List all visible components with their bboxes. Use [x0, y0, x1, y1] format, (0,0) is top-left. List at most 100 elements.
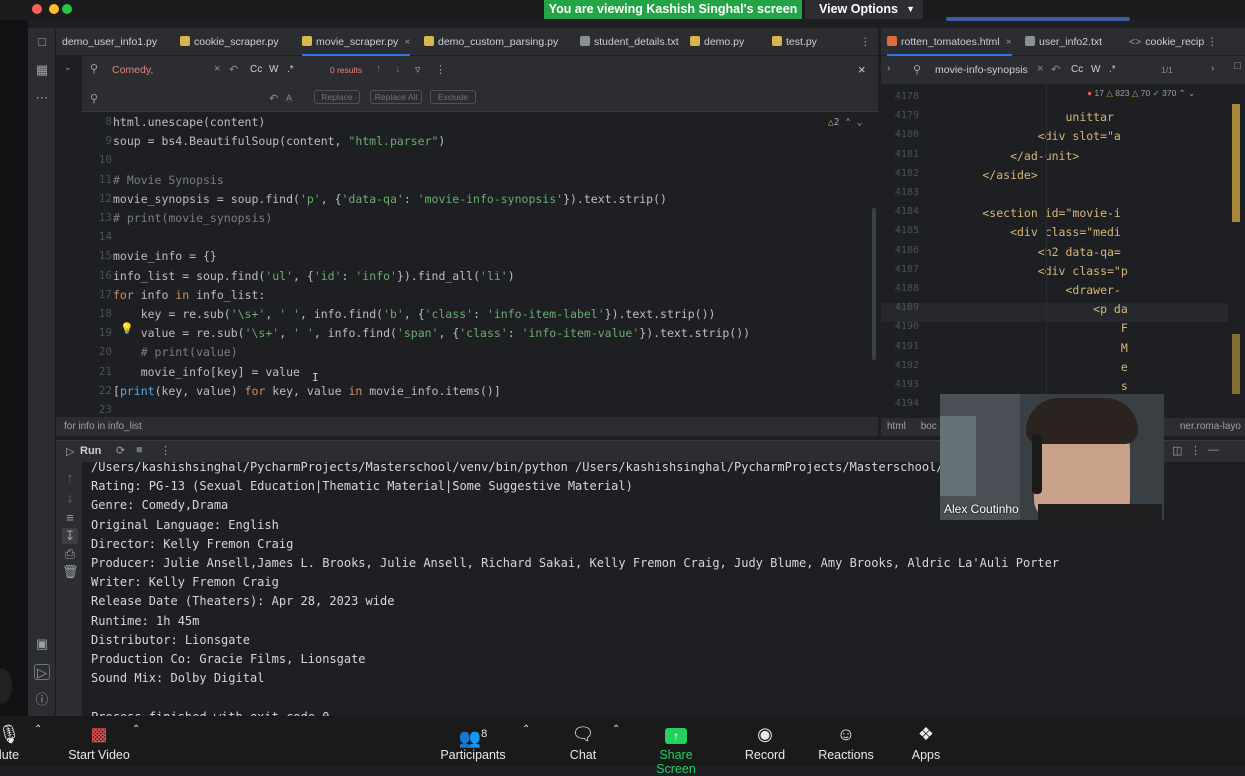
tabs-more-icon[interactable]: ⋮ — [860, 28, 871, 56]
whole-word-toggle[interactable]: W — [1091, 64, 1100, 75]
code-line[interactable]: <drawer- — [927, 283, 1120, 297]
code-line[interactable]: movie_synopsis = soup.find('p', {'data-q… — [113, 192, 667, 206]
down-arrow-icon[interactable]: ↓ — [62, 490, 78, 506]
tab-movie-scraper[interactable]: movie_scraper.py × — [302, 28, 411, 56]
video-options-caret[interactable]: ⌃ — [132, 724, 140, 735]
lightbulb-icon[interactable]: 💡 — [120, 322, 134, 335]
new-line-icon[interactable]: ↶ — [1051, 63, 1060, 76]
code-line[interactable]: M — [927, 341, 1128, 355]
print-icon[interactable]: ⎙ — [62, 546, 78, 562]
code-line[interactable]: [print(key, value) for key, value in mov… — [113, 384, 501, 398]
code-line[interactable]: html.unescape(content) — [113, 115, 265, 129]
new-line-icon[interactable]: ↶ — [229, 63, 238, 76]
code-line[interactable]: s — [927, 379, 1128, 393]
close-search-icon[interactable]: × — [858, 62, 866, 77]
layout-icon[interactable]: ◫ — [1172, 444, 1182, 457]
inspection-widget[interactable]: △2 ⌃ ⌄ — [828, 117, 862, 128]
code-line[interactable]: info_list = soup.find('ul', {'id': 'info… — [113, 269, 515, 283]
code-line[interactable]: <p da — [927, 302, 1128, 316]
code-line[interactable]: movie_info[key] = value — [113, 365, 300, 379]
code-line[interactable]: e — [927, 360, 1128, 374]
code-line[interactable]: key = re.sub('\s+', ' ', info.find('b', … — [113, 307, 716, 321]
problems-icon[interactable]: ⓘ — [34, 692, 50, 708]
reactions-button[interactable]: ☺ Reactions — [816, 716, 876, 766]
code-line[interactable]: soup = bs4.BeautifulSoup(content, "html.… — [113, 134, 445, 148]
right-tabs-more-icon[interactable]: ⋮ — [1207, 28, 1218, 56]
expand-replace-icon[interactable]: ⌄ — [64, 62, 72, 73]
code-line[interactable]: <div class="medi — [927, 225, 1121, 239]
tab-student-details[interactable]: student_details.txt — [580, 28, 679, 56]
code-line[interactable]: <section id="movie-i — [927, 206, 1121, 220]
minimize-window-button[interactable] — [49, 4, 59, 14]
close-tab-icon[interactable]: × — [404, 36, 410, 48]
code-line[interactable]: F — [927, 321, 1128, 335]
code-editor[interactable]: △2 ⌃ ⌄ 8 html.unescape(content) 9 soup = bs… — [56, 112, 878, 416]
preserve-case-toggle[interactable]: Ạ — [286, 93, 292, 103]
scroll-to-end-icon[interactable]: ↧ — [62, 528, 78, 544]
view-options-button[interactable]: View Options ▼ — [805, 0, 923, 19]
maximize-window-button[interactable] — [62, 4, 72, 14]
options-icon[interactable]: ⋮ — [1190, 444, 1201, 457]
next-occurrence-icon[interactable]: ↓ — [395, 63, 401, 75]
participants-options-caret[interactable]: ⌃ — [522, 724, 530, 735]
inspection-summary[interactable]: ● 17 △ 823 △ 70 ✓ 370 ⌃ ⌄ — [1087, 88, 1195, 99]
search-more-icon[interactable]: ⋮ — [435, 63, 446, 76]
up-arrow-icon[interactable]: ↑ — [62, 470, 78, 486]
structure-icon[interactable]: ▦ — [34, 62, 50, 78]
clear-search-icon[interactable]: × — [1037, 63, 1043, 75]
code-line[interactable]: </aside> — [927, 168, 1037, 182]
tab-rotten-tomatoes[interactable]: rotten_tomatoes.html × — [887, 28, 1012, 56]
mute-button[interactable]: 🎙 lute — [0, 716, 26, 766]
right-find-input[interactable]: movie-info-synopsis — [935, 64, 1028, 76]
start-video-button[interactable]: ▩ Start Video — [64, 716, 134, 766]
editor-breadcrumb[interactable]: for info in info_list — [56, 416, 878, 436]
tab-demo[interactable]: demo.py — [690, 28, 744, 56]
filter-icon[interactable]: ▿ — [415, 63, 421, 76]
code-line[interactable]: unittar — [927, 110, 1113, 124]
code-line[interactable]: <div class="p — [927, 264, 1128, 278]
clear-search-icon[interactable]: × — [214, 63, 220, 75]
code-line[interactable]: movie_info = {} — [113, 249, 217, 263]
audio-options-caret[interactable]: ⌃ — [34, 724, 42, 735]
expand-icon[interactable]: › — [887, 63, 890, 74]
code-line[interactable]: <h2 data-qa= — [927, 245, 1121, 259]
run-tab[interactable]: Run — [80, 445, 101, 457]
run-more-icon[interactable]: ⋮ — [160, 444, 171, 457]
editor-scrollbar[interactable] — [872, 208, 876, 360]
terminal-icon[interactable]: ▣ — [34, 636, 50, 652]
more-icon[interactable]: ⋯ — [34, 90, 50, 106]
soft-wrap-icon[interactable]: ≡ — [62, 510, 78, 526]
code-line[interactable]: </ad-unit> — [927, 149, 1079, 163]
chat-options-caret[interactable]: ⌃ — [612, 724, 620, 735]
code-line[interactable]: value = re.sub('\s+', ' ', info.find('sp… — [113, 326, 750, 340]
code-line[interactable]: # print(movie_synopsis) — [113, 211, 272, 225]
tab-test[interactable]: test.py — [772, 28, 817, 56]
participants-button[interactable]: 👥8 Participants — [438, 716, 508, 766]
regex-toggle[interactable]: .* — [1109, 64, 1116, 75]
right-side-icon[interactable]: □ — [1234, 60, 1241, 72]
close-window-button[interactable] — [32, 4, 42, 14]
match-case-toggle[interactable]: Cc — [250, 64, 262, 75]
replace-newline-icon[interactable]: ↶ — [269, 92, 278, 105]
close-tab-icon[interactable]: × — [1006, 36, 1012, 48]
code-line[interactable]: # print(value) — [113, 345, 238, 359]
match-case-toggle[interactable]: Cc — [1071, 64, 1083, 75]
run-tool-icon[interactable]: ▷ — [34, 664, 50, 680]
find-input[interactable]: Comedy, — [112, 64, 153, 76]
record-button[interactable]: ◉ Record — [740, 716, 790, 766]
minimize-panel-icon[interactable]: — — [1208, 444, 1219, 456]
code-line[interactable]: for info in info_list: — [113, 288, 265, 302]
right-code-editor[interactable]: ● 17 △ 823 △ 70 ✓ 370 ⌃ ⌄ 4178 4179 unitt… — [881, 84, 1228, 416]
apps-button[interactable]: ❖ Apps — [906, 716, 946, 766]
code-line[interactable]: <div slot="a — [927, 129, 1121, 143]
tab-demo-user-info1[interactable]: demo_user_info1.py — [62, 28, 157, 56]
rerun-icon[interactable]: ⟳ — [116, 444, 125, 457]
trash-icon[interactable]: 🗑 — [62, 564, 79, 580]
tab-demo-custom-parsing[interactable]: demo_custom_parsing.py — [424, 28, 558, 56]
stop-icon[interactable]: ■ — [136, 444, 143, 456]
regex-toggle[interactable]: .* — [287, 64, 294, 75]
chat-button[interactable]: 🗨 Chat — [564, 716, 602, 766]
code-line[interactable]: # Movie Synopsis — [113, 173, 224, 187]
tab-cookie-scraper[interactable]: cookie_scraper.py — [180, 28, 279, 56]
participant-video[interactable]: Alex Coutinho — [940, 394, 1164, 520]
